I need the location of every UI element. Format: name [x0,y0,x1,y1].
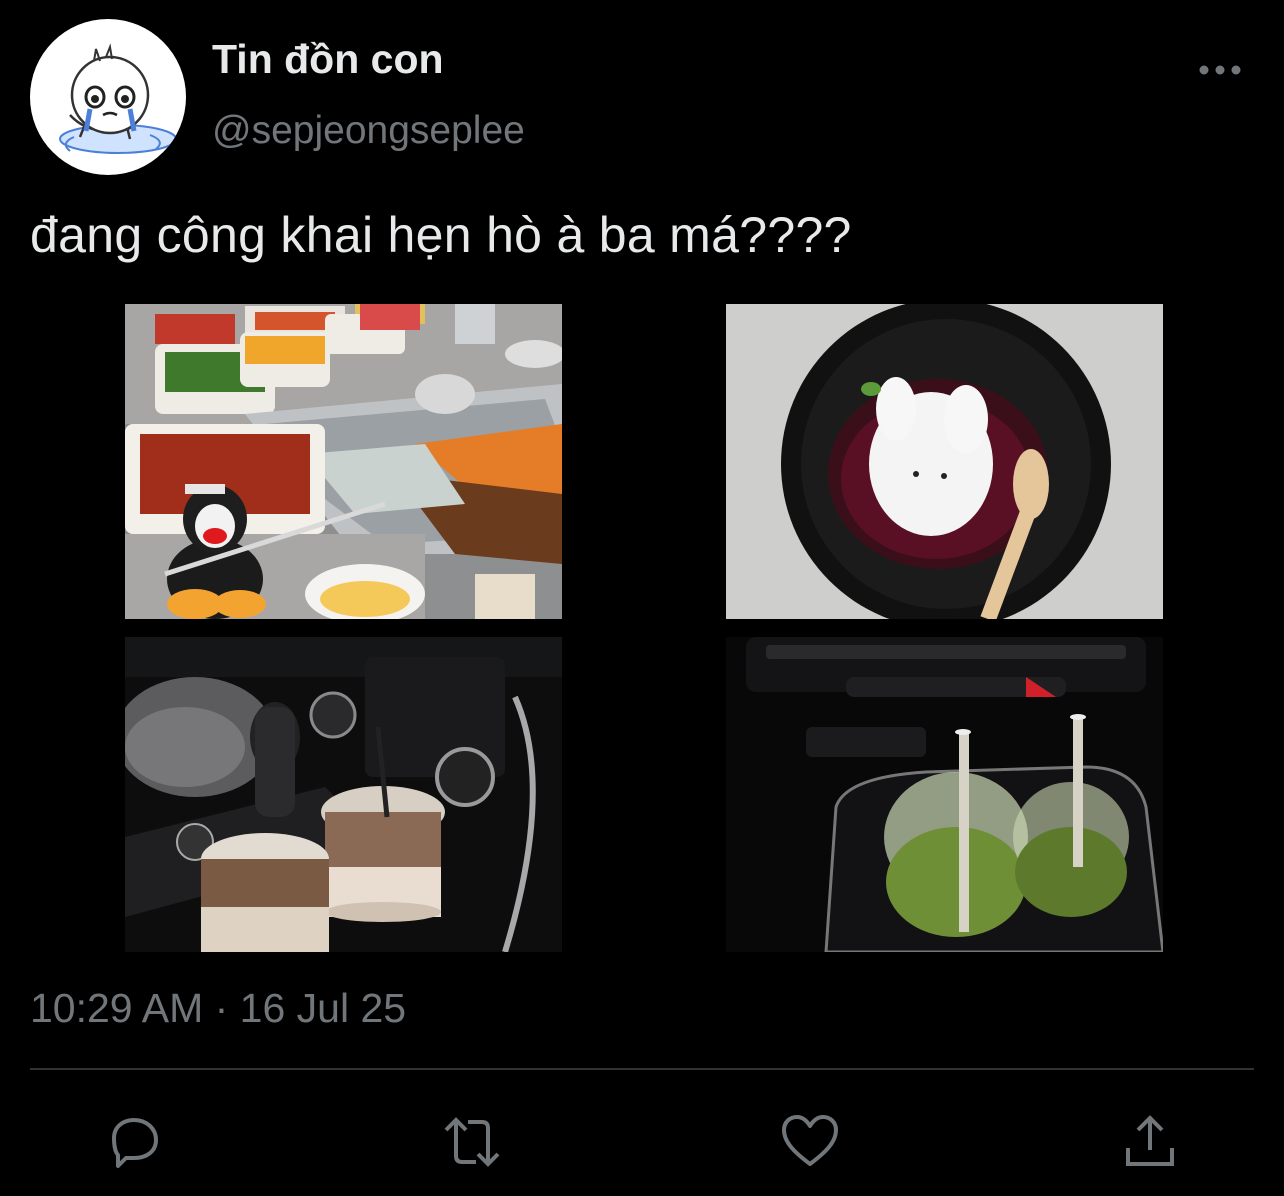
more-options-button[interactable] [1194,52,1246,88]
tweet-text: đang công khai hẹn hò à ba má???? [30,207,852,263]
hotpot-photo [125,304,562,619]
media-photo-coffee-car[interactable] [125,637,562,952]
share-button[interactable] [1120,1112,1180,1172]
tweet-card: Tin đồn con @sepjeongseplee đang công kh… [0,0,1284,1196]
share-icon [1126,1115,1174,1166]
author-avatar[interactable] [30,19,186,175]
tweet-timestamp[interactable]: 10:29 AM · 16 Jul 25 [30,985,406,1032]
media-photo-dessert[interactable] [726,304,1163,619]
retweet-button[interactable] [442,1112,502,1172]
media-photo-hotpot[interactable] [125,304,562,619]
more-dots-icon [1199,65,1241,75]
coffee-car-photo [125,637,562,952]
author-display-name[interactable]: Tin đồn con [212,36,444,83]
retweet-icon [444,1117,500,1167]
heart-icon [782,1115,838,1166]
dessert-photo [726,304,1163,619]
matcha-car-photo [726,637,1163,952]
divider [30,1068,1254,1070]
crying-cartoon-avatar-icon [59,43,177,154]
like-button[interactable] [780,1112,840,1172]
author-handle[interactable]: @sepjeongseplee [212,109,525,153]
reply-icon [112,1118,158,1168]
reply-button[interactable] [104,1112,164,1172]
media-photo-matcha-car[interactable] [726,637,1163,952]
